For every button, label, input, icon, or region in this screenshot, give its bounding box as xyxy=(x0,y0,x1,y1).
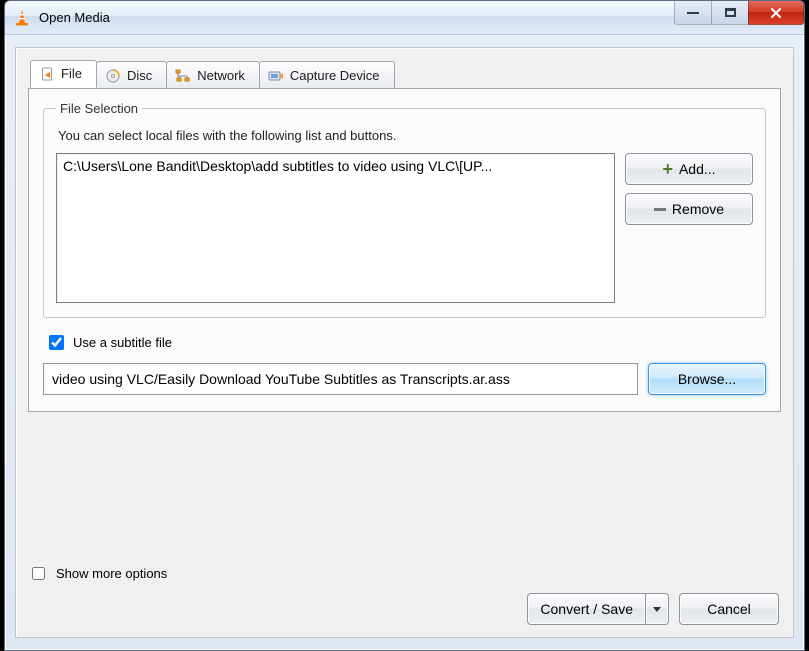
convert-save-dropdown[interactable] xyxy=(645,593,669,625)
tab-disc[interactable]: Disc xyxy=(96,61,167,89)
file-selection-legend: File Selection xyxy=(56,101,142,116)
tab-strip: File Disc Network Capture Device xyxy=(16,48,793,88)
use-subtitle-checkbox[interactable] xyxy=(49,335,64,350)
remove-file-button[interactable]: Remove xyxy=(625,193,753,225)
add-file-button[interactable]: + Add... xyxy=(625,153,753,185)
use-subtitle-label: Use a subtitle file xyxy=(73,335,172,350)
tab-file-label: File xyxy=(61,66,82,81)
add-file-label: Add... xyxy=(679,161,716,177)
maximize-button[interactable] xyxy=(711,1,749,25)
convert-save-split-button: Convert / Save xyxy=(527,593,669,625)
file-list[interactable]: C:\Users\Lone Bandit\Desktop\add subtitl… xyxy=(56,153,615,303)
chevron-down-icon xyxy=(653,607,661,612)
file-icon xyxy=(39,66,55,82)
remove-file-label: Remove xyxy=(672,201,724,217)
cancel-button[interactable]: Cancel xyxy=(679,593,779,625)
cancel-label: Cancel xyxy=(707,601,751,617)
tab-panel-file: File Selection You can select local file… xyxy=(28,88,781,412)
file-list-item[interactable]: C:\Users\Lone Bandit\Desktop\add subtitl… xyxy=(63,158,608,174)
open-media-window: Open Media File Disc Network xyxy=(4,0,805,651)
show-more-options-checkbox[interactable] xyxy=(32,567,45,580)
browse-label: Browse... xyxy=(678,371,736,387)
disc-icon xyxy=(105,68,121,84)
minimize-button[interactable] xyxy=(674,1,712,25)
tab-file[interactable]: File xyxy=(30,60,97,88)
convert-save-button[interactable]: Convert / Save xyxy=(527,593,646,625)
file-selection-group: File Selection You can select local file… xyxy=(43,101,766,318)
convert-save-label: Convert / Save xyxy=(540,601,633,617)
tab-capture-device[interactable]: Capture Device xyxy=(259,61,395,89)
tab-network-label: Network xyxy=(197,68,245,83)
tab-disc-label: Disc xyxy=(127,68,152,83)
vlc-cone-icon xyxy=(13,9,31,27)
dialog-body: File Disc Network Capture Device File Se… xyxy=(15,47,794,638)
window-controls xyxy=(675,1,804,25)
minus-icon xyxy=(654,208,666,211)
file-selection-hint: You can select local files with the foll… xyxy=(58,128,753,143)
show-more-options-label: Show more options xyxy=(56,566,167,581)
browse-subtitle-button[interactable]: Browse... xyxy=(648,363,766,395)
tab-capture-label: Capture Device xyxy=(290,68,380,83)
tab-network[interactable]: Network xyxy=(166,61,260,89)
subtitle-path-input[interactable] xyxy=(43,363,638,395)
capture-icon xyxy=(268,68,284,84)
plus-icon: + xyxy=(662,160,673,178)
close-button[interactable] xyxy=(748,1,804,25)
titlebar[interactable]: Open Media xyxy=(5,1,804,35)
window-title: Open Media xyxy=(39,10,110,25)
network-icon xyxy=(175,68,191,84)
